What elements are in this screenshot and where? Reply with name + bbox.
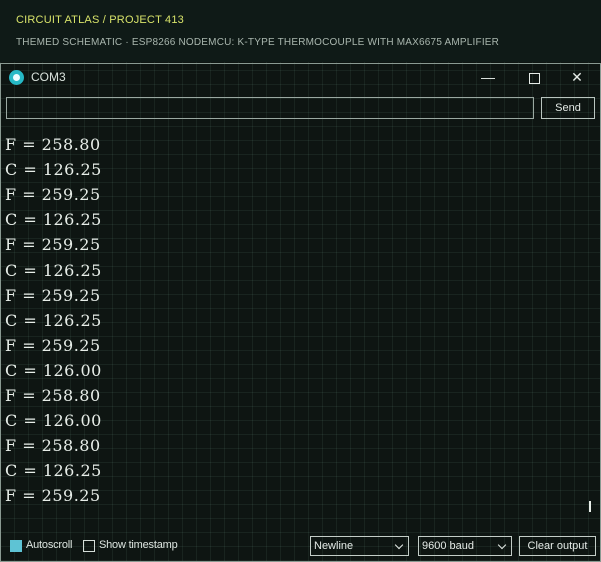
maximize-button[interactable] — [511, 64, 557, 91]
minimize-button[interactable]: — — [465, 64, 511, 91]
output-line: C = 126.25 — [5, 210, 102, 230]
baud-rate-select[interactable]: 9600 baud — [418, 536, 512, 556]
output-line: C = 126.00 — [5, 411, 102, 431]
output-line: F = 258.80 — [5, 386, 101, 405]
output-line: F = 259.25 — [5, 486, 101, 506]
baud-rate-value: 9600 baud — [422, 540, 474, 552]
line-ending-value: Newline — [314, 540, 354, 552]
output-line: C = 126.25 — [5, 160, 102, 180]
status-bar: Autoscroll Show timestamp Newline 9600 b… — [1, 532, 600, 560]
send-row: Send — [1, 97, 600, 123]
serial-output[interactable]: F = 258.80 C = 126.25 F = 259.25 C = 126.25… — [1, 127, 600, 527]
chevron-down-icon — [394, 540, 404, 550]
output-line: F = 258.80 — [5, 436, 101, 456]
timestamp-label[interactable]: Show timestamp — [99, 539, 178, 551]
output-line: C = 126.25 — [5, 461, 102, 481]
output-line: F = 259.25 — [5, 335, 101, 355]
window-title: COM3 — [31, 70, 66, 84]
chevron-down-icon — [497, 540, 507, 550]
send-input[interactable] — [6, 97, 534, 119]
header-banner: CIRCUIT ATLAS / PROJECT 413 THEMED SCHEM… — [0, 0, 601, 62]
send-button[interactable]: Send — [541, 97, 595, 119]
timestamp-checkbox[interactable] — [83, 540, 95, 552]
output-line: F = 259.25 — [5, 185, 101, 205]
maximize-icon — [528, 72, 540, 84]
output-line: C = 126.00 — [5, 360, 102, 380]
output-line: F = 259.25 — [5, 235, 101, 255]
autoscroll-checkbox[interactable] — [10, 540, 22, 552]
banner-title: CIRCUIT ATLAS / PROJECT 413 — [16, 14, 185, 26]
line-ending-select[interactable]: Newline — [310, 536, 409, 556]
output-line: C = 126.25 — [5, 310, 102, 330]
output-line: F = 258.80 — [5, 135, 101, 154]
autoscroll-label[interactable]: Autoscroll — [26, 539, 73, 551]
text-cursor — [589, 501, 591, 512]
output-line: C = 126.25 — [5, 260, 102, 280]
close-button[interactable]: ✕ — [554, 64, 600, 91]
clear-output-button[interactable]: Clear output — [519, 536, 596, 556]
output-line: F = 259.25 — [5, 285, 101, 305]
serial-monitor-icon — [9, 70, 24, 85]
title-bar[interactable]: COM3 — ✕ — [1, 64, 600, 91]
serial-monitor-window: COM3 — ✕ Send F = 258.80 C = 126.25 F = 25… — [0, 63, 601, 562]
banner-subtitle: THEMED SCHEMATIC · ESP8266 NODEMCU: K-TY… — [16, 37, 500, 48]
